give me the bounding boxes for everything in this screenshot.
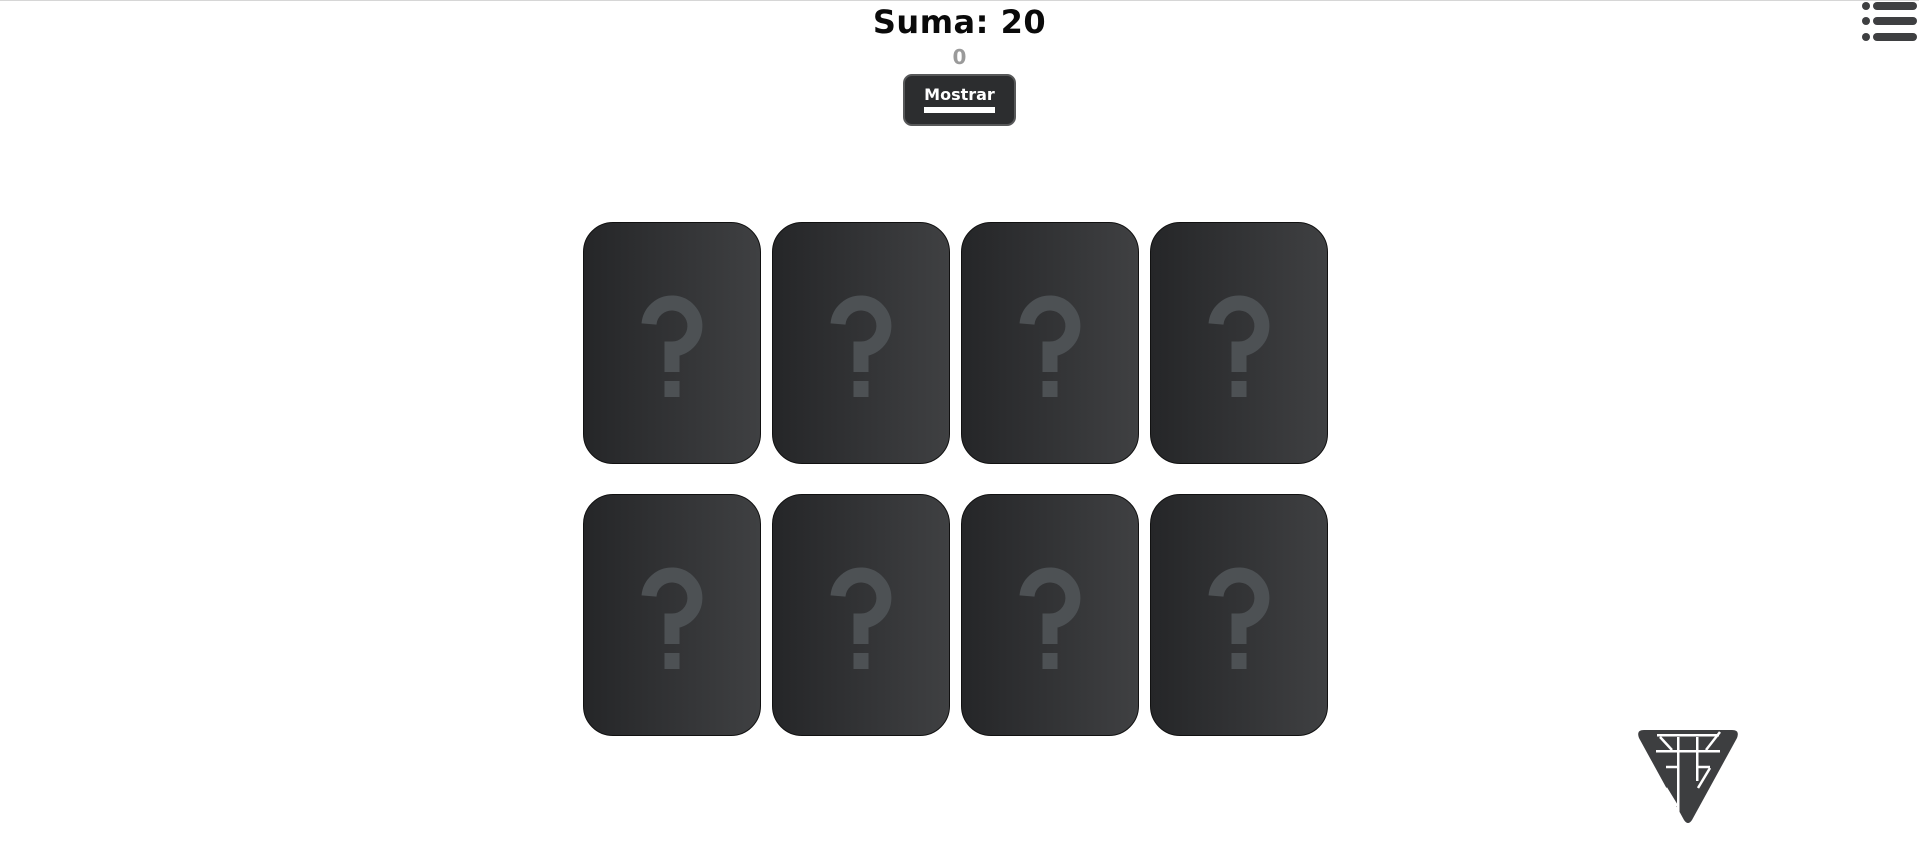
question-mark-icon (1208, 295, 1270, 397)
memory-card[interactable] (583, 222, 761, 464)
question-mark-icon (830, 295, 892, 397)
memory-card[interactable] (583, 494, 761, 736)
question-mark-icon (641, 567, 703, 669)
memory-card[interactable] (1150, 222, 1328, 464)
show-button[interactable]: Mostrar (903, 74, 1016, 126)
game-page: Suma: 20 0 Mostrar (0, 0, 1919, 854)
question-mark-icon (1019, 567, 1081, 669)
memory-card[interactable] (961, 222, 1139, 464)
memory-card[interactable] (772, 222, 950, 464)
question-mark-icon (1019, 295, 1081, 397)
show-button-label: Mostrar (924, 87, 995, 113)
memory-card[interactable] (772, 494, 950, 736)
memory-card[interactable] (1150, 494, 1328, 736)
hamburger-menu-icon[interactable] (1862, 1, 1918, 47)
brand-logo-icon (1638, 730, 1738, 823)
attempts-counter: 0 (952, 45, 967, 69)
question-mark-icon (1208, 567, 1270, 669)
card-grid (583, 222, 1329, 736)
question-mark-icon (830, 567, 892, 669)
memory-card[interactable] (961, 494, 1139, 736)
question-mark-icon (641, 295, 703, 397)
sum-title: Suma: 20 (872, 3, 1047, 41)
